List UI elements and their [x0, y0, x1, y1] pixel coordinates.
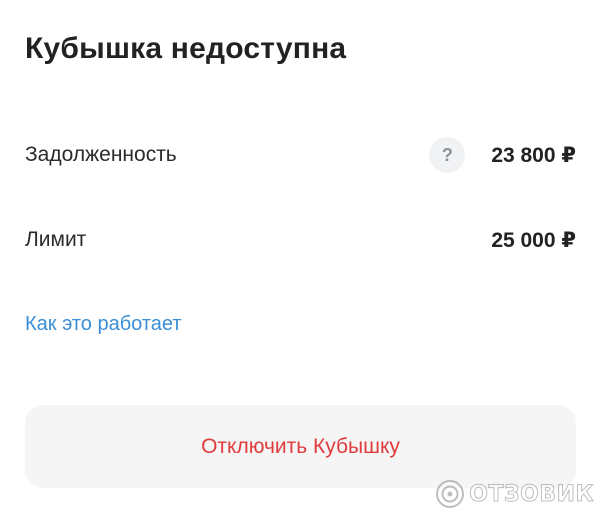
how-it-works-link[interactable]: Как это работает [25, 313, 182, 336]
debt-label: Задолженность [25, 143, 177, 166]
page-title: Кубышка недоступна [25, 32, 347, 65]
limit-amount: 25 000 ₽ [491, 228, 576, 252]
question-icon: ? [441, 144, 453, 165]
debt-row: Задолженность ? 23 800 ₽ [25, 135, 576, 175]
limit-row: Лимит 25 000 ₽ [25, 220, 576, 260]
watermark: ОТЗОВИК [435, 479, 594, 509]
disable-kubyshka-label: Отключить Кубышку [201, 434, 400, 458]
disable-kubyshka-button[interactable]: Отключить Кубышку [25, 405, 576, 488]
debt-amount: 23 800 ₽ [491, 143, 576, 167]
limit-label: Лимит [25, 228, 87, 251]
otzovik-logo-icon [436, 480, 465, 508]
kubyshka-screen: Кубышка недоступна Задолженность ? 23 80… [0, 0, 600, 517]
help-button[interactable]: ? [429, 137, 466, 173]
watermark-text: ОТЗОВИК [469, 481, 594, 507]
